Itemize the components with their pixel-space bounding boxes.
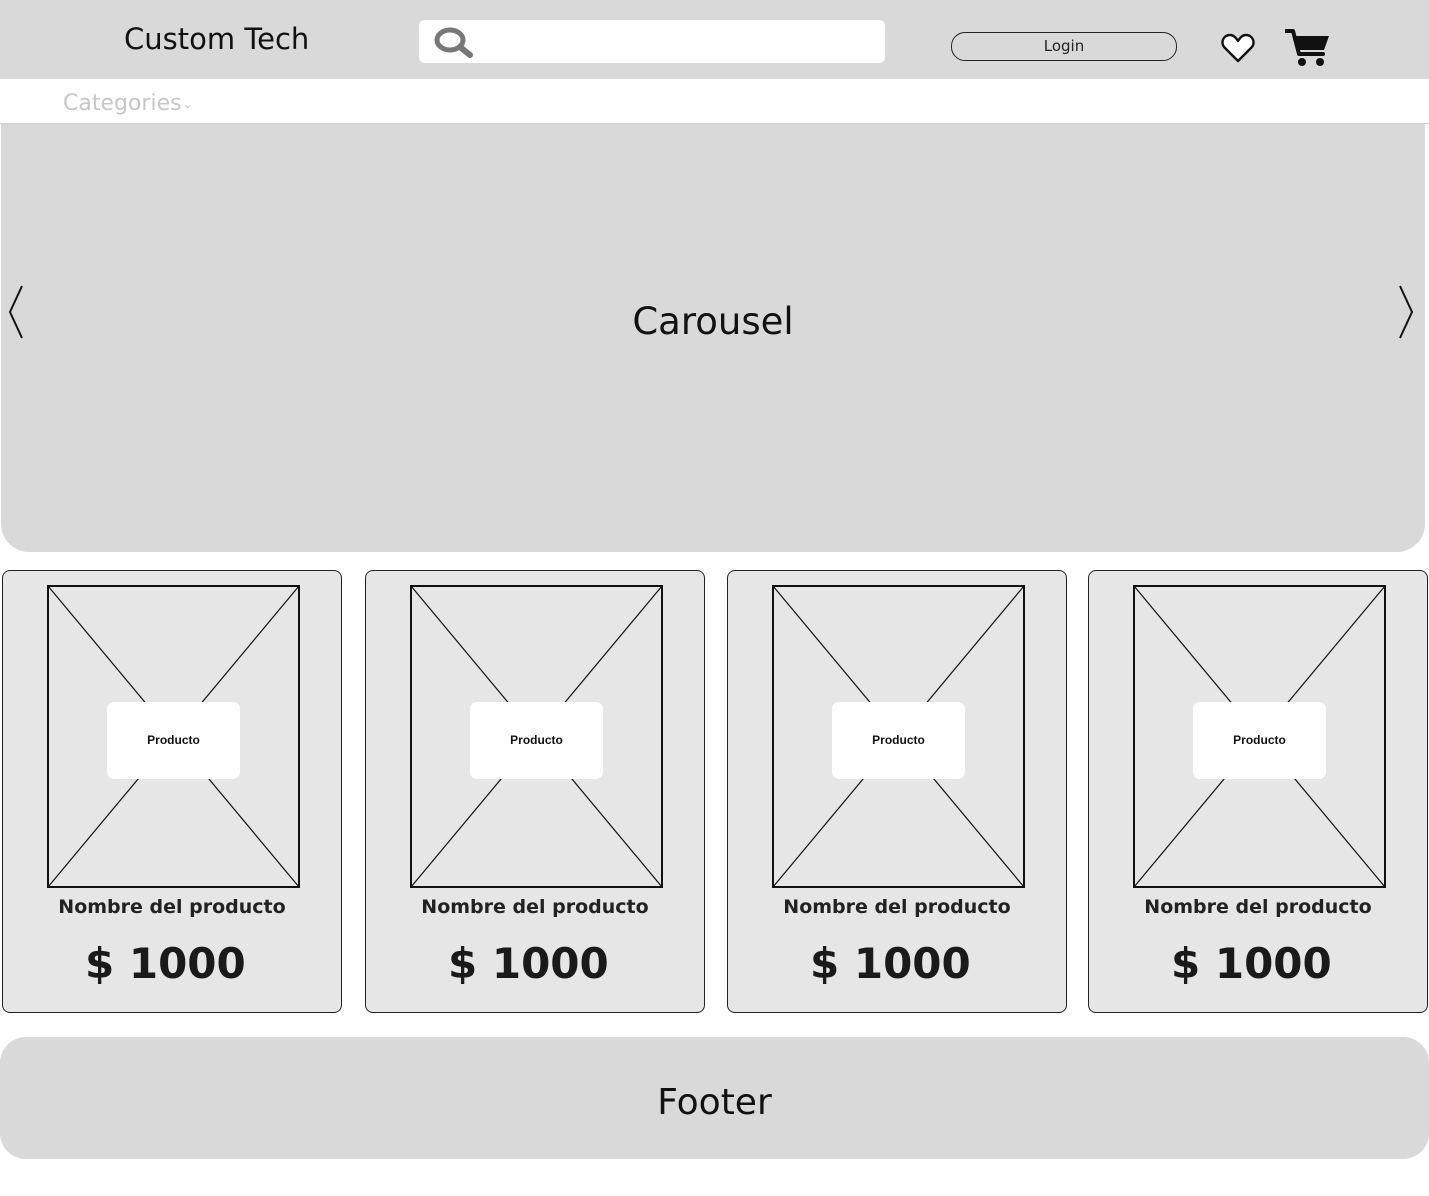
product-name[interactable]: Nombre del producto xyxy=(1089,896,1427,918)
product-image-placeholder[interactable]: Producto xyxy=(410,585,663,888)
carousel[interactable]: Carousel xyxy=(1,124,1425,552)
search-bar[interactable] xyxy=(419,20,885,63)
brand-logo[interactable]: Custom Tech xyxy=(124,22,309,56)
product-price: $ 1000 xyxy=(448,939,609,988)
product-image-label: Producto xyxy=(470,702,603,779)
footer: Footer xyxy=(0,1037,1429,1159)
footer-label: Footer xyxy=(657,1082,772,1123)
carousel-label: Carousel xyxy=(632,300,794,343)
product-card[interactable]: Producto Nombre del producto $ 1000 xyxy=(2,570,342,1013)
product-image-label: Producto xyxy=(832,702,965,779)
product-card[interactable]: Producto Nombre del producto $ 1000 xyxy=(365,570,705,1013)
product-image-label: Producto xyxy=(107,702,240,779)
product-name[interactable]: Nombre del producto xyxy=(366,896,704,918)
chevron-right-icon[interactable] xyxy=(1396,284,1418,340)
categories-dropdown[interactable]: Categories⌄ xyxy=(63,91,193,116)
product-card[interactable]: Producto Nombre del producto $ 1000 xyxy=(1088,570,1428,1013)
product-price: $ 1000 xyxy=(85,939,246,988)
product-image-placeholder[interactable]: Producto xyxy=(1133,585,1386,888)
header: Custom Tech Login xyxy=(0,0,1429,79)
product-name[interactable]: Nombre del producto xyxy=(3,896,341,918)
product-card[interactable]: Producto Nombre del producto $ 1000 xyxy=(727,570,1067,1013)
product-image-label: Producto xyxy=(1193,702,1326,779)
login-button[interactable]: Login xyxy=(951,32,1177,61)
product-image-placeholder[interactable]: Producto xyxy=(47,585,300,888)
cart-icon[interactable] xyxy=(1285,28,1330,68)
categories-label: Categories xyxy=(63,91,182,116)
chevron-down-icon: ⌄ xyxy=(182,97,193,111)
heart-icon[interactable] xyxy=(1221,33,1255,63)
product-price: $ 1000 xyxy=(1171,939,1332,988)
search-icon[interactable] xyxy=(433,26,473,58)
category-bar: Categories⌄ xyxy=(0,79,1429,124)
product-price: $ 1000 xyxy=(810,939,971,988)
product-image-placeholder[interactable]: Producto xyxy=(772,585,1025,888)
product-name[interactable]: Nombre del producto xyxy=(728,896,1066,918)
